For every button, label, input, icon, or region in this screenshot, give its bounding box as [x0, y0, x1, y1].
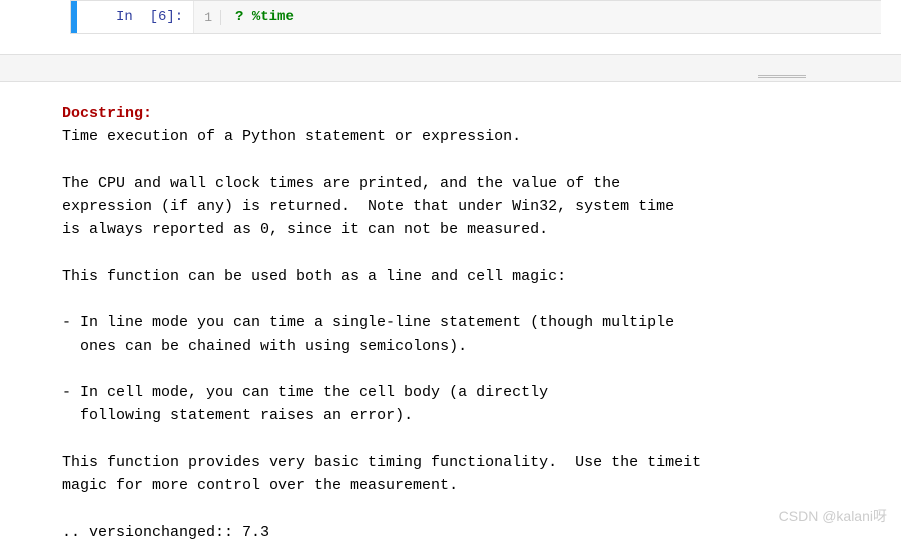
code-cell[interactable]: In [6]: 1 ? %time [70, 0, 881, 34]
help-operator: ? [235, 9, 243, 25]
line-number: 1 [204, 10, 221, 25]
watermark: CSDN @kalani呀 [779, 506, 887, 526]
prompt-label: In [6]: [116, 9, 183, 25]
magic-command: %time [252, 9, 294, 25]
panel-divider[interactable] [0, 54, 901, 82]
code-content[interactable]: ? %time [235, 9, 294, 25]
docstring-label: Docstring: [62, 105, 152, 122]
docstring-body: Time execution of a Python statement or … [62, 125, 901, 544]
help-output-panel: Docstring: Time execution of a Python st… [0, 82, 901, 544]
code-editor[interactable]: 1 ? %time [193, 1, 881, 33]
drag-handle-icon[interactable] [758, 75, 806, 79]
input-prompt: In [6]: [71, 1, 193, 33]
cell-active-indicator [71, 1, 77, 33]
notebook-section: In [6]: 1 ? %time [0, 0, 901, 54]
